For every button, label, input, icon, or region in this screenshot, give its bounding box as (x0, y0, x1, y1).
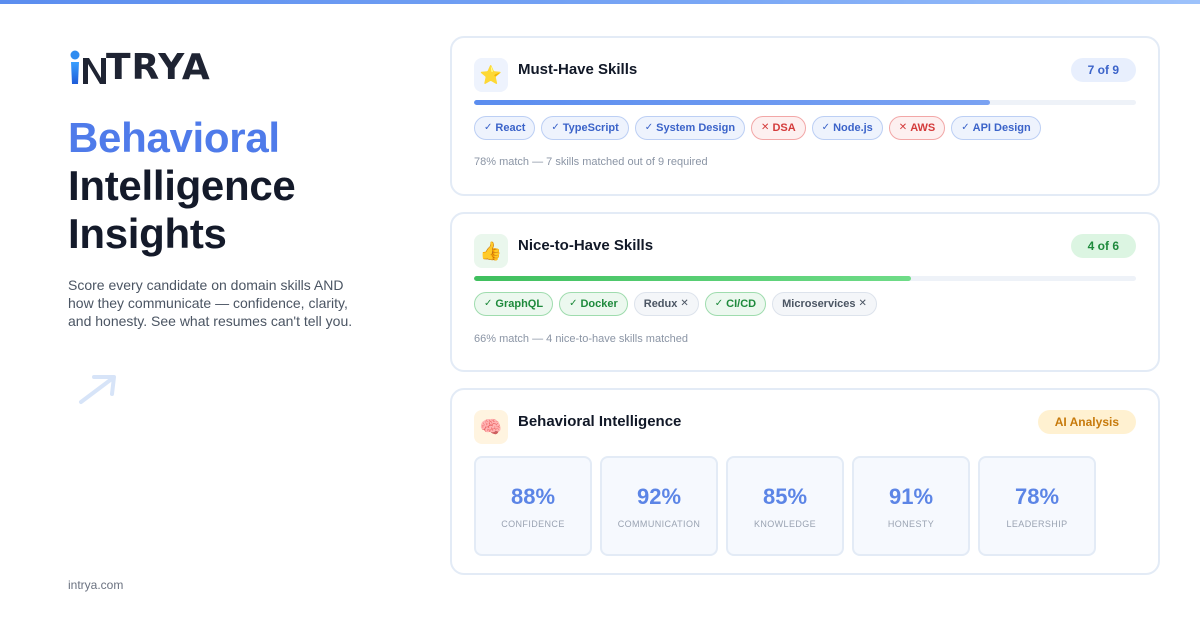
check-icon: ✓ (484, 122, 493, 133)
skill-label: React (495, 122, 526, 134)
metric-value: 91% (888, 483, 934, 509)
cross-icon: ✕ (898, 122, 908, 133)
skill-chip-node-js: ✓ Node.js (811, 116, 883, 140)
check-icon: ✓ (821, 122, 831, 133)
card-title: Behavioral Intelligence (518, 413, 682, 430)
metric-honesty: 91% HONESTY (852, 456, 970, 556)
skill-chip-react: ✓ React (474, 116, 536, 140)
card-title: Must-Have Skills (518, 61, 638, 78)
metric-value: 88% (510, 483, 556, 509)
skill-chip-ci-cd: ✓ CI/CD (704, 292, 767, 316)
skill-chip-aws: ✕ AWS (888, 116, 946, 140)
cross-icon: ✕ (680, 298, 689, 309)
match-count-badge: 4 of 6 (1070, 234, 1136, 258)
skill-chip-docker: ✓ Docker (559, 292, 628, 316)
skill-label: AWS (910, 122, 936, 134)
metric-value: 92% (636, 483, 682, 509)
headline-line-3: Insights (68, 210, 227, 257)
site-url[interactable]: intrya.com (68, 578, 123, 592)
metric-value: 85% (762, 483, 808, 509)
skill-label: CI/CD (726, 298, 757, 310)
match-summary: 78% match — 7 skills matched out of 9 re… (474, 156, 708, 168)
metric-label: CONFIDENCE (501, 518, 565, 529)
check-icon: ✓ (569, 298, 578, 309)
skill-label: System Design (656, 122, 736, 134)
progress-fill (474, 100, 991, 105)
skill-chip-dsa: ✕ DSA (751, 116, 806, 140)
card-header: 👍 Nice-to-Have Skills 4 of 6 (474, 234, 1136, 268)
skill-label: TypeScript (562, 122, 619, 134)
progress-fill (474, 276, 911, 281)
page-headline: Behavioral Intelligence Insights (68, 114, 398, 258)
skill-label: Microservices (782, 298, 856, 310)
headline-accent: Behavioral (68, 114, 280, 161)
skill-chip-system-design: ✓ System Design (634, 116, 746, 140)
metric-value: 78% (1014, 483, 1060, 509)
behavioral-intelligence-card: 🧠 Behavioral Intelligence AI Analysis 88… (450, 388, 1160, 575)
ai-analysis-badge: AI Analysis (1037, 410, 1136, 434)
must-have-skills-card: ⭐ Must-Have Skills 7 of 9 ✓ React ✓ TypeScr… (450, 36, 1160, 196)
card-header: ⭐ Must-Have Skills 7 of 9 (474, 58, 1136, 92)
cross-icon: ✕ (858, 298, 867, 309)
skill-label: API Design (972, 122, 1031, 134)
brain-icon: 🧠 (474, 410, 508, 444)
thumbs-up-icon: 👍 (474, 234, 508, 268)
skill-chip-graphql: ✓ GraphQL (474, 292, 554, 316)
cross-icon: ✕ (761, 122, 770, 133)
card-title: Nice-to-Have Skills (518, 237, 654, 254)
skill-chip-list: ✓ GraphQL ✓ Docker Redux ✕ ✓ CI/CD Microservices… (474, 292, 1136, 316)
arrow-up-right-icon (79, 375, 116, 404)
card-header: 🧠 Behavioral Intelligence AI Analysis (474, 410, 1136, 444)
tagline: Score every candidate on domain skills A… (68, 277, 353, 329)
check-icon: ✓ (714, 298, 724, 309)
skill-chip-api-design: ✓ API Design (951, 116, 1041, 140)
skill-label: Node.js (833, 122, 873, 134)
nice-to-have-skills-card: 👍 Nice-to-Have Skills 4 of 6 ✓ GraphQL ✓ Do… (450, 212, 1160, 372)
headline-line-2: Intelligence (68, 162, 296, 209)
top-accent-bar (0, 0, 1200, 4)
metric-knowledge: 85% KNOWLEDGE (726, 456, 844, 556)
metric-label: HONESTY (887, 518, 935, 529)
hero-section: TRYA Behavioral Intelligence Insights Sc… (68, 48, 398, 330)
metric-label: KNOWLEDGE (753, 518, 817, 529)
brand-logo: TRYA (68, 48, 398, 88)
skill-label: GraphQL (495, 298, 544, 310)
match-progress-bar (474, 276, 1136, 281)
check-icon: ✓ (961, 122, 970, 133)
skill-label: Docker (580, 298, 618, 310)
metric-leadership: 78% LEADERSHIP (978, 456, 1096, 556)
skill-chip-microservices: Microservices ✕ (772, 292, 877, 316)
skill-label: Redux (643, 298, 678, 310)
logo-mark-icon (70, 50, 106, 84)
star-icon: ⭐ (474, 58, 508, 92)
match-progress-bar (474, 100, 1136, 105)
skill-chip-redux: Redux ✕ (633, 292, 699, 316)
check-icon: ✓ (484, 298, 493, 309)
metric-confidence: 88% CONFIDENCE (474, 456, 592, 556)
match-summary: 66% match — 4 nice-to-have skills matche… (474, 333, 688, 345)
logo-wordmark: TRYA (106, 47, 211, 88)
metric-label: LEADERSHIP (1006, 518, 1068, 529)
skill-label: DSA (772, 122, 796, 134)
skill-chip-list: ✓ React ✓ TypeScript ✓ System Design ✕ DSA ✓ Node… (474, 116, 1136, 140)
check-icon: ✓ (644, 122, 654, 133)
metric-tiles: 88% CONFIDENCE 92% COMMUNICATION 85% KNO… (474, 456, 1096, 556)
metric-communication: 92% COMMUNICATION (600, 456, 718, 556)
match-count-badge: 7 of 9 (1070, 58, 1136, 82)
check-icon: ✓ (551, 122, 560, 133)
skill-chip-typescript: ✓ TypeScript (541, 116, 629, 140)
metric-label: COMMUNICATION (617, 518, 701, 529)
